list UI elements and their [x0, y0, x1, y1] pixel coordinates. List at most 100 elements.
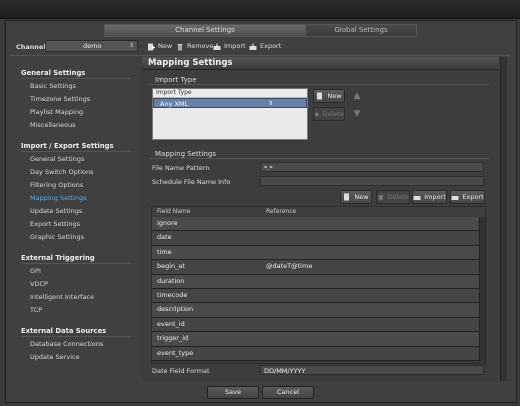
nav-item-database-connections[interactable]: Database Connections [30, 340, 103, 348]
mapping-new-label: New [354, 193, 369, 201]
field-name-cell: duration [157, 276, 185, 285]
tab-global-settings[interactable]: Global Settings [305, 24, 417, 37]
table-row[interactable]: duration [152, 274, 479, 289]
file-name-pattern-label: File Name Pattern [152, 164, 210, 172]
divider [21, 336, 131, 337]
tab-channel-settings[interactable]: Channel Settings [104, 24, 306, 37]
import-type-selected: Any XML [160, 100, 189, 108]
nav-item-general-settings[interactable]: General Settings [30, 155, 84, 163]
channel-remove-button[interactable]: Remove [176, 41, 213, 52]
cancel-button[interactable]: Cancel [262, 386, 314, 399]
import-type-new-button[interactable]: New [313, 89, 345, 103]
field-name-cell: time [157, 247, 172, 256]
move-up-icon[interactable]: ▲ [350, 89, 364, 103]
table-scrollbar[interactable] [479, 217, 485, 362]
import-type-new-label: New [327, 92, 342, 100]
reference-cell [261, 303, 479, 316]
table-row[interactable]: ignore [152, 217, 479, 232]
nav-item-basic-settings[interactable]: Basic Settings [30, 82, 76, 90]
mapping-export-button[interactable]: Export [450, 190, 485, 204]
nav-item-tcp[interactable]: TCP [30, 306, 42, 314]
export-icon [451, 196, 459, 200]
table-row[interactable]: description [152, 303, 479, 318]
panel-scrollbar[interactable] [500, 57, 507, 381]
chevron-updown-icon: ⇕ [128, 42, 134, 49]
nav-heading-external-data-sources: External Data Sources [21, 327, 107, 335]
divider [10, 55, 510, 56]
import-type-select[interactable]: Any XML ⇕ [153, 98, 307, 108]
column-header-reference[interactable]: Reference [261, 207, 485, 217]
channel-import-button[interactable]: Import [213, 41, 246, 52]
mapping-import-button[interactable]: Import [412, 190, 447, 204]
nav-heading-general: General Settings [21, 69, 86, 77]
new-document-icon [344, 193, 350, 201]
mapping-new-button[interactable]: New [340, 190, 372, 204]
table-row[interactable]: event_id [152, 317, 479, 333]
table-row[interactable]: time [152, 245, 479, 261]
new-document-icon [317, 92, 323, 100]
field-name-cell: ignore [157, 219, 178, 227]
reference-cell [261, 332, 479, 345]
field-name-cell: begin_at [157, 262, 185, 271]
import-icon [413, 196, 421, 200]
channel-export-button[interactable]: Export [249, 41, 281, 52]
trash-icon [177, 43, 183, 50]
nav-item-playlist-mapping[interactable]: Playlist Mapping [30, 108, 83, 116]
schedule-file-name-info-input[interactable] [260, 176, 484, 186]
nav-item-export-settings[interactable]: Export Settings [30, 220, 80, 228]
nav-item-update-settings[interactable]: Update Settings [30, 207, 82, 215]
reference-cell: @dateT@time [266, 262, 313, 271]
column-header-field-name[interactable]: Field Name [152, 207, 261, 217]
date-field-format-input[interactable]: DD/MM/YYYY [260, 365, 484, 375]
reference-cell [261, 275, 479, 288]
table-row[interactable]: begin_at @dateT@time [152, 260, 479, 275]
nav-item-day-switch-options[interactable]: Day Switch Options [30, 168, 94, 176]
divider [21, 263, 131, 264]
field-name-cell: timecode [157, 290, 188, 299]
divider [21, 78, 131, 79]
channel-dropdown[interactable]: demo ⇕ [45, 40, 138, 52]
nav-item-mapping-settings[interactable]: Mapping Settings [30, 194, 87, 202]
field-name-cell: description [157, 305, 194, 314]
move-down-icon[interactable]: ▼ [350, 107, 364, 121]
nav-item-update-service[interactable]: Update Service [30, 353, 80, 361]
divider [149, 158, 489, 159]
chevron-updown-icon: ⇕ [268, 100, 274, 107]
channel-dropdown-value: demo [83, 42, 102, 50]
nav-item-filtering-options[interactable]: Filtering Options [30, 181, 83, 189]
reference-cell [261, 217, 479, 230]
channel-import-label: Import [224, 42, 246, 50]
table-row[interactable]: trigger_id [152, 332, 479, 347]
nav-item-timezone-settings[interactable]: Timezone Settings [30, 95, 90, 103]
channel-new-label: New [158, 42, 173, 50]
date-field-format-label: Date Field Format [152, 367, 210, 375]
nav-heading-external-triggering: External Triggering [21, 254, 95, 262]
app-top-bar [0, 0, 520, 19]
table-row[interactable]: timecode [152, 288, 479, 304]
mapping-import-label: Import [424, 193, 446, 201]
import-type-delete-button[interactable]: Delete [313, 107, 345, 121]
field-name-cell: date [157, 233, 172, 242]
channel-label: Channel [16, 43, 46, 51]
nav-item-intelligent-interface[interactable]: Intelligent Interface [30, 293, 94, 301]
channel-new-button[interactable]: New [147, 41, 172, 52]
trash-icon [378, 195, 383, 200]
nav-item-vdcp[interactable]: VDCP [30, 280, 48, 288]
nav-item-graphic-settings[interactable]: Graphic Settings [30, 233, 84, 241]
mapping-section-title: Mapping Settings [155, 150, 216, 158]
import-type-list[interactable]: Import Type Any XML ⇕ [152, 88, 308, 140]
mapping-delete-button[interactable]: Delete [376, 190, 410, 204]
export-icon [249, 43, 257, 50]
panel-title: Mapping Settings [142, 57, 498, 70]
channel-remove-label: Remove [187, 42, 214, 50]
table-row[interactable]: date [152, 231, 479, 246]
save-button[interactable]: Save [207, 386, 259, 399]
nav-item-miscellaneous[interactable]: Miscellaneous [30, 121, 76, 129]
file-name-pattern-input[interactable]: *.* [260, 162, 484, 172]
field-name-cell: trigger_id [157, 334, 189, 343]
nav-item-gpi[interactable]: GPI [30, 267, 41, 275]
channel-export-label: Export [260, 42, 282, 50]
mapping-export-label: Export [462, 193, 484, 201]
field-name-cell: event_id [157, 319, 185, 328]
table-row[interactable]: event_type [152, 346, 479, 361]
